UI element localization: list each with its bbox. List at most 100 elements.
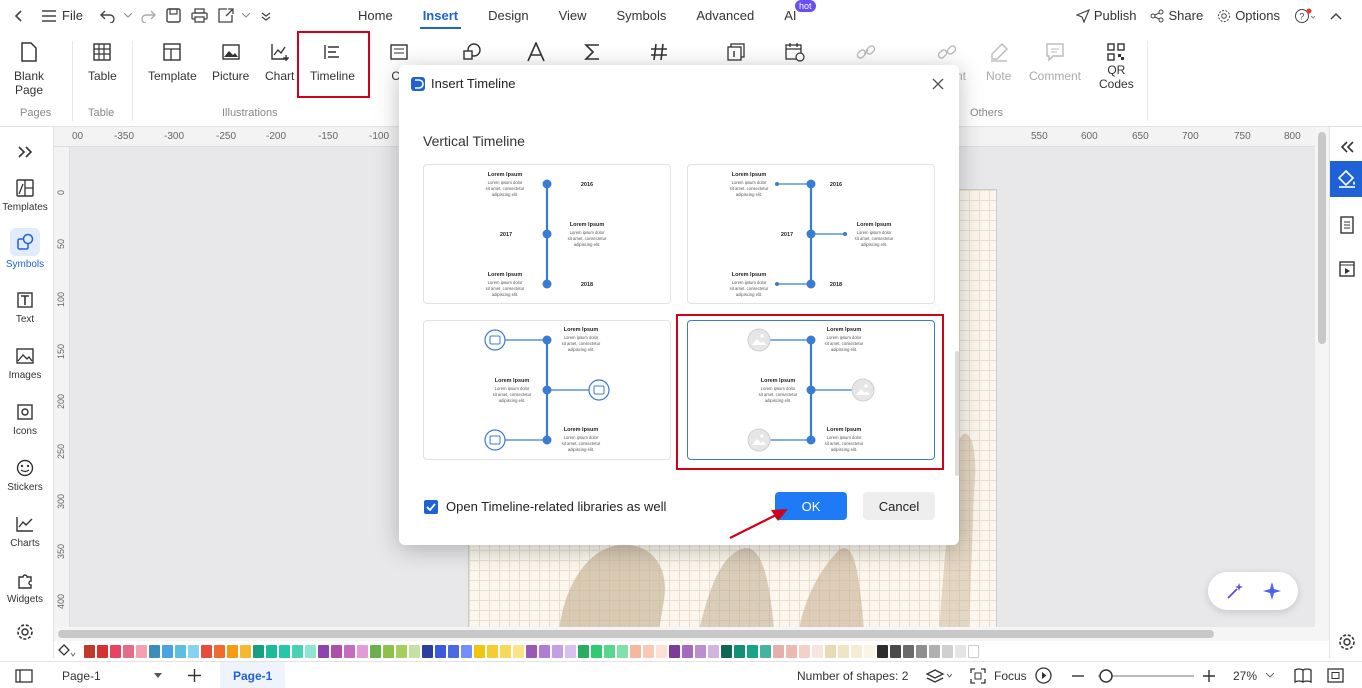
color-swatch[interactable] [747,644,758,658]
color-swatch[interactable] [617,644,628,658]
timeline-template-2[interactable]: Lorem Ipsum Lorem ipsum dolor sit amet, co… [687,164,935,304]
fit-page-button[interactable] [1327,662,1344,688]
sidebar-item-symbols[interactable]: Symbols [0,228,50,270]
color-swatch[interactable] [539,644,550,658]
color-swatch[interactable] [110,644,121,658]
template-button[interactable]: Template [148,41,197,83]
page-tab-1[interactable]: Page-1 [220,662,286,688]
color-swatch[interactable] [968,644,979,658]
color-swatch[interactable] [461,644,472,658]
color-swatch[interactable] [435,644,446,658]
timeline-template-3[interactable]: Lorem Ipsum Lorem ipsum dolor sit amet, co… [423,320,671,460]
fill-bucket-icon[interactable] [58,644,84,658]
color-swatch[interactable] [123,644,134,658]
color-swatch[interactable] [734,644,745,658]
color-swatch[interactable] [838,644,849,658]
color-swatch[interactable] [214,644,225,658]
color-swatch[interactable] [513,644,524,658]
picture-button[interactable]: Picture [212,41,249,83]
play-button[interactable] [1035,662,1052,688]
timeline-template-1[interactable]: Lorem Ipsum Lorem ipsum dolor sit amet, co… [423,164,671,304]
color-swatch[interactable] [552,644,563,658]
color-swatch[interactable] [604,644,615,658]
open-libraries-checkbox-row[interactable]: Open Timeline-related libraries as well [424,499,666,514]
color-swatch[interactable] [903,644,914,658]
color-swatch[interactable] [721,644,732,658]
undo-icon[interactable] [97,5,119,27]
color-swatch[interactable] [422,644,433,658]
chart-button[interactable]: Chart [265,41,294,83]
color-swatch[interactable] [955,644,966,658]
color-swatch[interactable] [695,644,706,658]
color-swatch[interactable] [929,644,940,658]
tab-view[interactable]: View [544,0,602,31]
tab-advanced[interactable]: Advanced [681,0,769,31]
color-swatch[interactable] [890,644,901,658]
qr-codes-button[interactable]: QR Codes [1099,41,1134,91]
color-swatch[interactable] [682,644,693,658]
sidebar-item-widgets[interactable]: Widgets [0,569,50,605]
checkbox-checked[interactable] [424,499,438,514]
color-swatch[interactable] [448,644,459,658]
ok-button[interactable]: OK [775,492,847,520]
color-swatch[interactable] [383,644,394,658]
page-selector[interactable]: Page-1 [62,662,162,688]
color-swatch[interactable] [240,644,251,658]
fill-style-button[interactable] [1330,161,1362,197]
share-button[interactable]: Share [1150,8,1203,23]
color-swatch[interactable] [630,644,641,658]
options-button[interactable]: Options [1217,8,1280,23]
sidebar-expand-button[interactable] [0,141,50,166]
color-swatch[interactable] [149,644,160,658]
focus-button[interactable]: Focus [970,662,1027,688]
color-swatch[interactable] [500,644,511,658]
tab-insert[interactable]: Insert [408,0,473,31]
color-swatch[interactable] [474,644,485,658]
panel-settings-button[interactable] [1330,624,1362,660]
color-swatch[interactable] [266,644,277,658]
comment-button[interactable]: Comment [1029,41,1081,83]
redo-icon[interactable] [137,5,159,27]
color-swatch[interactable] [97,644,108,658]
sidebar-item-text[interactable]: Text [0,289,50,325]
publish-button[interactable]: Publish [1075,8,1136,23]
export-icon[interactable] [215,5,237,27]
color-swatch[interactable] [344,644,355,658]
color-swatch[interactable] [942,644,953,658]
color-swatch[interactable] [331,644,342,658]
color-swatch[interactable] [162,644,173,658]
color-swatch[interactable] [708,644,719,658]
color-swatch[interactable] [227,644,238,658]
zoom-level-select[interactable]: 27% [1233,662,1278,688]
color-swatch[interactable] [201,644,212,658]
sidebar-item-charts[interactable]: Charts [0,513,50,549]
color-swatch[interactable] [409,644,420,658]
color-swatch[interactable] [84,644,95,658]
collapse-panel-button[interactable] [1330,129,1362,165]
dialog-scrollbar[interactable] [955,351,959,476]
sidebar-item-templates[interactable]: Templates [0,177,50,213]
color-swatch[interactable] [318,644,329,658]
color-swatch[interactable] [851,644,862,658]
color-swatch[interactable] [175,644,186,658]
presentation-button[interactable] [1330,251,1362,287]
add-page-button[interactable] [188,662,201,688]
collapse-ribbon-button[interactable] [1330,12,1342,20]
cancel-button[interactable]: Cancel [863,492,935,520]
color-swatch[interactable] [370,644,381,658]
color-swatch[interactable] [253,644,264,658]
color-swatch[interactable] [136,644,147,658]
color-swatch[interactable] [825,644,836,658]
color-swatch[interactable] [916,644,927,658]
color-swatch[interactable] [799,644,810,658]
scrollbar-thumb[interactable] [1318,132,1326,344]
color-swatch[interactable] [526,644,537,658]
color-swatch[interactable] [292,644,303,658]
dialog-close-button[interactable] [929,75,947,93]
ai-sparkle-icon[interactable] [1262,581,1282,601]
reading-view-button[interactable] [1294,662,1312,688]
color-swatch[interactable] [305,644,316,658]
layers-button[interactable] [926,662,952,688]
tab-design[interactable]: Design [473,0,543,31]
color-swatch[interactable] [877,644,888,658]
